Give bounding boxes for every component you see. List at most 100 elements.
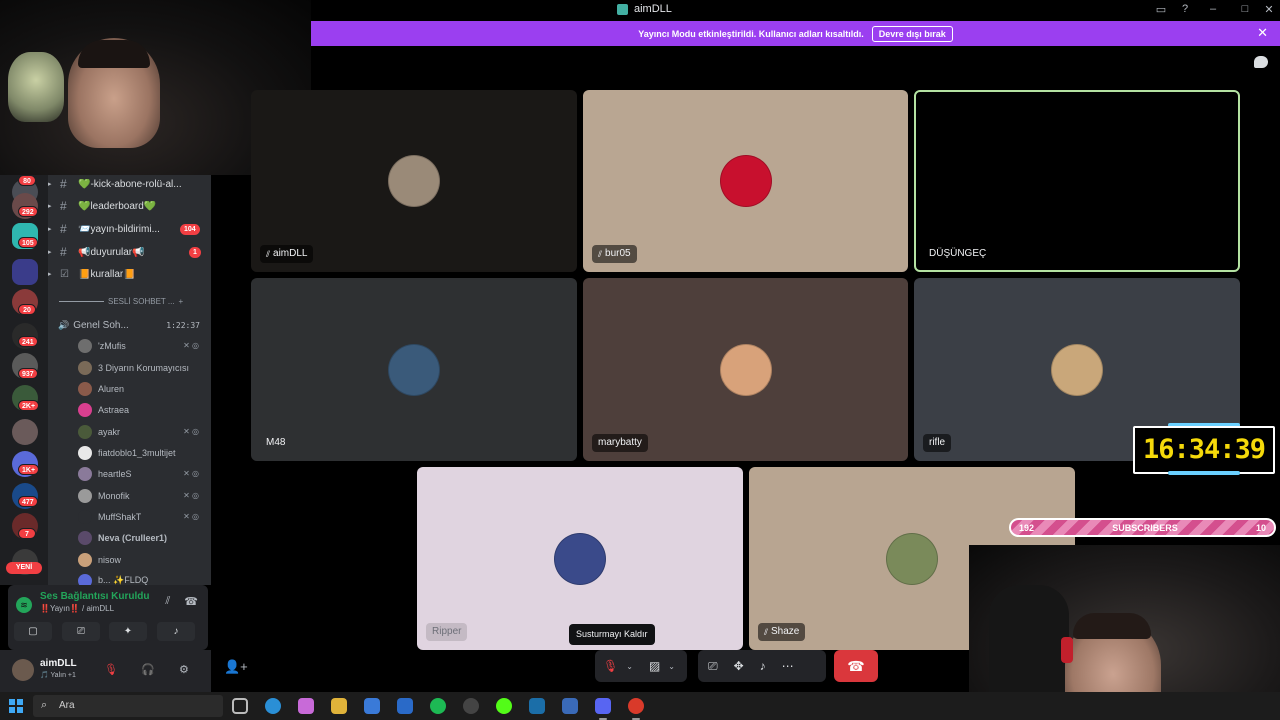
spotify-icon[interactable] [430,698,446,714]
invite-person-icon[interactable]: 👤+ [224,659,248,675]
minimize-icon[interactable]: – [1205,3,1221,15]
close-window-icon[interactable]: ✕ [1261,3,1277,16]
member-name: heartleS [98,468,132,479]
maximize-icon[interactable]: □ [1237,3,1253,15]
subscriber-label: SUBSCRIBERS [1112,522,1178,533]
channel-item[interactable]: ▸ # 📢duyurular📢 1 [48,243,211,261]
disconnect-icon[interactable]: ☎ [184,595,198,608]
username[interactable]: aimDLL [40,658,77,669]
mic-muted-icon[interactable]: 🎙 [104,663,118,676]
chevron-down-icon[interactable]: ⌄ [626,662,633,671]
task-view-icon[interactable] [232,698,248,714]
video-tile[interactable]: marybatty [583,278,908,461]
video-tile[interactable]: ⫽ aimDLL [251,90,577,272]
edge-browser-icon[interactable] [265,698,281,714]
new-servers-badge[interactable]: YENİ [6,562,42,574]
soundboard-button[interactable]: ♪ [752,650,774,682]
activities-button[interactable]: ✥ [726,650,752,682]
banner-close-icon[interactable]: ✕ [1257,25,1268,41]
noise-suppression-icon[interactable]: ⫽ [165,595,170,608]
mention-badge: 104 [180,223,200,235]
mail-icon[interactable] [397,698,413,714]
leave-call-button[interactable]: ☎ [834,650,878,682]
voice-member[interactable]: Monofik ✕ ◎ [78,487,208,504]
camera-toggle-button[interactable]: ▢ [14,622,52,641]
headphones-icon[interactable]: 🎧 [141,663,155,676]
voice-category[interactable]: SESLİ SOHBET ... + [59,297,209,306]
store-icon[interactable] [364,698,380,714]
voice-status[interactable]: Ses Bağlantısı Kuruldu [40,591,149,602]
kick-icon[interactable] [496,698,512,714]
server-badge: 292 [18,206,38,217]
settings-gear-icon[interactable]: ⚙ [179,663,189,676]
voice-member[interactable]: heartleS ✕ ◎ [78,465,208,482]
discord-icon[interactable] [595,698,611,720]
voice-member[interactable]: 'zMufis ✕ ◎ [78,337,208,354]
voice-member[interactable]: Neva (Crulleer1) [78,529,208,546]
participant-avatar [388,343,440,396]
voice-connection-panel: ≋ Ses Bağlantısı Kuruldu ‼️Yayın‼️ / aim… [8,585,208,650]
share-controls: ⎚ ✥ ♪ ⋯ [698,650,826,682]
voice-channel-path[interactable]: ‼️Yayın‼️ / aimDLL [40,604,114,613]
taskbar-search[interactable]: ⌕ Ara [33,695,223,717]
add-channel-icon[interactable]: + [179,297,184,306]
voice-member[interactable]: fiatdoblo1_3multijet [78,444,208,461]
help-icon[interactable]: ? [1177,3,1193,15]
chevron-down-icon[interactable]: ⌄ [668,662,675,671]
video-tile[interactable]: M48 [251,278,577,461]
server-badge: 937 [18,368,38,379]
voice-member[interactable]: Astraea [78,401,208,418]
file-explorer-icon[interactable] [331,698,347,714]
chrome-icon[interactable] [628,698,644,720]
participant-avatar [1051,155,1103,207]
app-icon[interactable] [562,698,578,714]
screen-share-icon: ⎚ [708,658,718,673]
voice-member[interactable]: b... ✨FLDQ [78,572,208,585]
channel-item[interactable]: ▸ # 💚-kick-abone-rolü-al... [48,175,211,193]
voice-member[interactable]: MuffShakT ✕ ◎ [78,508,208,525]
member-name: nisow [98,554,122,565]
folder-icon[interactable] [12,259,38,285]
more-options-button[interactable]: ⋯ [774,650,802,682]
banner-text: Yayıncı Modu etkinleştirildi. Kullanıcı … [638,28,864,39]
member-name: b... ✨FLDQ [98,575,149,585]
server-badge: 7 [18,528,36,539]
voice-member[interactable]: 3 Diyarın Korumayıcısı [78,359,208,376]
obs-icon[interactable] [463,698,479,714]
screen-share-button[interactable]: ⎚ [62,622,100,641]
unmute-button[interactable]: 🎙 ⌄ [595,650,641,682]
channel-item[interactable]: ▸ ☑ 📙kurallar📙 [48,265,211,283]
voice-member[interactable]: ayakr ✕ ◎ [78,423,208,440]
screen-share-button[interactable]: ⎚ [700,650,726,682]
channel-item[interactable]: ▸ # 💚leaderboard💚 [48,197,211,215]
voice-panel-actions: ⫽ ☎ [165,595,198,608]
voice-channel[interactable]: 🔊 Genel Soh... 1:22:37 [58,317,208,333]
server-icon[interactable] [12,419,38,445]
participant-label: Ripper [426,623,468,641]
video-tile[interactable]: Ripper [417,467,743,650]
stream-clock: 16:34:39 [1133,426,1275,474]
channel-name: 💚-kick-abone-rolü-al... [78,178,182,190]
windows-start-icon[interactable] [9,699,23,713]
channel-item[interactable]: ▸ # 📨yayın-bildirimi... 104 [48,220,211,238]
video-tile[interactable]: DÜŞÜNGEÇ [914,90,1240,272]
server-badge: 477 [18,496,38,507]
chat-icon[interactable] [1254,56,1268,68]
activities-button[interactable]: ✦ [109,622,147,641]
soundboard-button[interactable]: ♪ [157,622,195,641]
copilot-icon[interactable] [298,698,314,714]
disable-streamer-mode-button[interactable]: Devre dışı bırak [871,25,953,42]
member-name: 3 Diyarın Korumayıcısı [98,362,190,373]
camera-button[interactable]: ▨ ⌄ [641,650,683,682]
steam-icon[interactable] [529,698,545,714]
member-name: fiatdoblo1_3multijet [98,447,176,458]
member-name: Astraea [98,404,130,415]
avatar[interactable] [12,659,34,681]
connection-signal-icon[interactable]: ≋ [16,597,32,613]
inbox-icon[interactable]: ▭ [1153,3,1169,16]
video-tile[interactable]: ⫽ bur05 [583,90,908,272]
participant-name: Ripper [432,626,462,637]
voice-member[interactable]: Aluren [78,380,208,397]
server-badge: 2K+ [18,400,40,411]
voice-member[interactable]: nisow [78,551,208,568]
